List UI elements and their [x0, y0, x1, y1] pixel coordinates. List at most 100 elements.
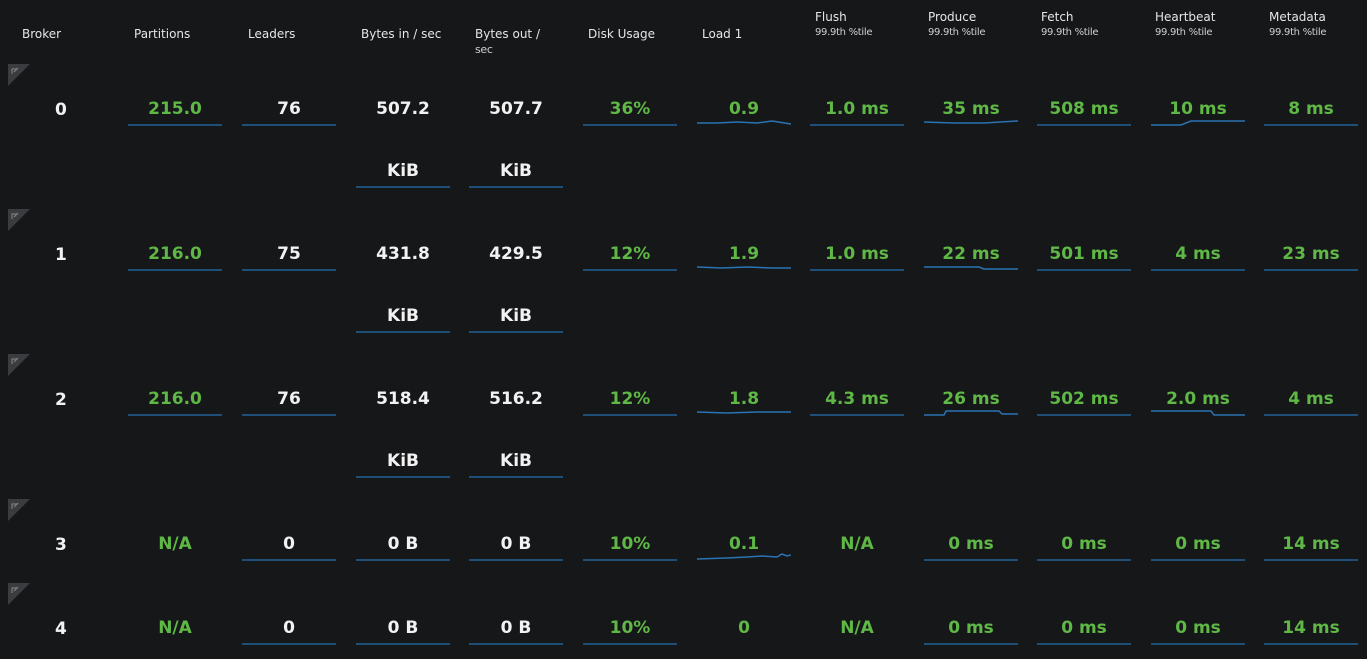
bytes-in-cell[interactable]: 518.4 [356, 382, 450, 416]
header-leaders[interactable]: Leaders [248, 25, 295, 43]
broker-row-1: 1 216.0 75 431.8 KiB 429.5 KiB 12% 1.9 1… [0, 207, 1367, 345]
disk-usage-cell[interactable]: 10% [583, 611, 677, 645]
leaders-cell[interactable]: 76 [242, 92, 336, 126]
flush-value: 1.0 ms [825, 244, 889, 264]
bytes-in-cell[interactable]: 0 B [356, 527, 450, 561]
heartbeat-cell[interactable]: 0 ms [1151, 527, 1245, 561]
sparkline-baseline [1151, 639, 1245, 645]
header-disk-usage[interactable]: Disk Usage [588, 25, 655, 43]
produce-value: 0 ms [948, 618, 994, 638]
bytes-out-cell[interactable]: 0 B [469, 527, 563, 561]
load1-cell[interactable]: 0.9 [697, 92, 791, 126]
metadata-cell[interactable]: 14 ms [1264, 611, 1358, 645]
bytes-out-cell[interactable]: 429.5 [469, 237, 563, 271]
leaders-cell[interactable]: 0 [242, 527, 336, 561]
bytes-out-cell[interactable]: 516.2 [469, 382, 563, 416]
bytes-in-cell[interactable]: 507.2 [356, 92, 450, 126]
bytes-out-cell[interactable]: 507.7 [469, 92, 563, 126]
metadata-cell[interactable]: 8 ms [1264, 92, 1358, 126]
heartbeat-cell[interactable]: 10 ms [1151, 92, 1245, 126]
bytes-in-unit-cell[interactable]: KiB [356, 299, 450, 333]
partitions-value: 215.0 [148, 99, 202, 119]
sparkline-baseline [583, 120, 677, 126]
leaders-cell[interactable]: 75 [242, 237, 336, 271]
external-link-icon[interactable] [8, 354, 30, 376]
external-link-icon[interactable] [8, 583, 30, 605]
external-link-icon[interactable] [8, 209, 30, 231]
metadata-cell[interactable]: 4 ms [1264, 382, 1358, 416]
header-metadata[interactable]: Metadata 99.9th %tile [1269, 8, 1327, 40]
produce-cell[interactable]: 26 ms [924, 382, 1018, 416]
header-fetch[interactable]: Fetch 99.9th %tile [1041, 8, 1099, 40]
produce-cell[interactable]: 0 ms [924, 527, 1018, 561]
flush-cell[interactable]: 4.3 ms [810, 382, 904, 416]
bytes-out-unit-cell[interactable]: KiB [469, 299, 563, 333]
disk-usage-cell[interactable]: 12% [583, 382, 677, 416]
disk-usage-cell[interactable]: 10% [583, 527, 677, 561]
bytes-out-unit-cell[interactable]: KiB [469, 444, 563, 478]
load1-cell[interactable]: 1.9 [697, 237, 791, 271]
load1-cell[interactable]: 0 [697, 611, 791, 645]
header-flush[interactable]: Flush 99.9th %tile [815, 8, 873, 40]
metadata-cell[interactable]: 23 ms [1264, 237, 1358, 271]
bytes-in-unit-cell[interactable]: KiB [356, 154, 450, 188]
sparkline-baseline [810, 265, 904, 271]
flush-cell[interactable]: 1.0 ms [810, 92, 904, 126]
disk-usage-cell[interactable]: 36% [583, 92, 677, 126]
partitions-cell[interactable]: 216.0 [128, 382, 222, 416]
partitions-value: N/A [158, 618, 192, 638]
metadata-cell[interactable]: 14 ms [1264, 527, 1358, 561]
bytes-in-cell[interactable]: 0 B [356, 611, 450, 645]
fetch-cell[interactable]: 0 ms [1037, 611, 1131, 645]
flush-cell[interactable]: N/A [810, 527, 904, 561]
heartbeat-value: 4 ms [1175, 244, 1221, 264]
flush-cell[interactable]: 1.0 ms [810, 237, 904, 271]
bytes-out-cell[interactable]: 0 B [469, 611, 563, 645]
header-heartbeat-percentile: 99.9th %tile [1155, 27, 1213, 38]
external-link-icon[interactable] [8, 499, 30, 521]
load1-cell[interactable]: 1.8 [697, 382, 791, 416]
heartbeat-cell[interactable]: 2.0 ms [1151, 382, 1245, 416]
header-partitions[interactable]: Partitions [134, 25, 190, 43]
partitions-cell[interactable]: N/A [128, 527, 222, 561]
header-bytes-out[interactable]: Bytes out / sec [475, 25, 540, 57]
header-heartbeat[interactable]: Heartbeat 99.9th %tile [1155, 8, 1215, 40]
header-bytes-in[interactable]: Bytes in / sec [361, 25, 441, 43]
produce-cell[interactable]: 22 ms [924, 237, 1018, 271]
heartbeat-cell[interactable]: 4 ms [1151, 237, 1245, 271]
external-link-icon[interactable] [8, 64, 30, 86]
header-heartbeat-label: Heartbeat [1155, 10, 1216, 24]
bytes-in-cell[interactable]: 431.8 [356, 237, 450, 271]
fetch-value: 0 ms [1061, 618, 1107, 638]
sparkline-baseline [1037, 555, 1131, 561]
disk-usage-cell[interactable]: 12% [583, 237, 677, 271]
fetch-cell[interactable]: 501 ms [1037, 237, 1131, 271]
sparkline-baseline [469, 182, 563, 188]
bytes-out-unit-cell[interactable]: KiB [469, 154, 563, 188]
partitions-cell[interactable]: N/A [128, 611, 222, 645]
fetch-cell[interactable]: 508 ms [1037, 92, 1131, 126]
header-produce[interactable]: Produce 99.9th %tile [928, 8, 986, 40]
flush-value: 1.0 ms [825, 99, 889, 119]
heartbeat-cell[interactable]: 0 ms [1151, 611, 1245, 645]
partitions-cell[interactable]: 216.0 [128, 237, 222, 271]
header-load1[interactable]: Load 1 [702, 25, 742, 43]
header-fetch-label: Fetch [1041, 10, 1074, 24]
fetch-cell[interactable]: 502 ms [1037, 382, 1131, 416]
produce-cell[interactable]: 0 ms [924, 611, 1018, 645]
sparkline-baseline [356, 182, 450, 188]
broker-row-4: 4 N/A 0 0 B 0 B 10% 0 N/A 0 ms 0 ms 0 ms… [0, 581, 1367, 655]
load1-cell[interactable]: 0.1 [697, 527, 791, 561]
leaders-cell[interactable]: 0 [242, 611, 336, 645]
header-fetch-percentile: 99.9th %tile [1041, 27, 1099, 38]
header-broker[interactable]: Broker [22, 25, 61, 43]
leaders-cell[interactable]: 76 [242, 382, 336, 416]
bytes-in-unit-cell[interactable]: KiB [356, 444, 450, 478]
heartbeat-sparkline [1151, 120, 1245, 126]
partitions-cell[interactable]: 215.0 [128, 92, 222, 126]
partitions-value: N/A [158, 534, 192, 554]
metadata-value: 4 ms [1288, 389, 1334, 409]
produce-cell[interactable]: 35 ms [924, 92, 1018, 126]
flush-cell[interactable]: N/A [810, 611, 904, 645]
fetch-cell[interactable]: 0 ms [1037, 527, 1131, 561]
